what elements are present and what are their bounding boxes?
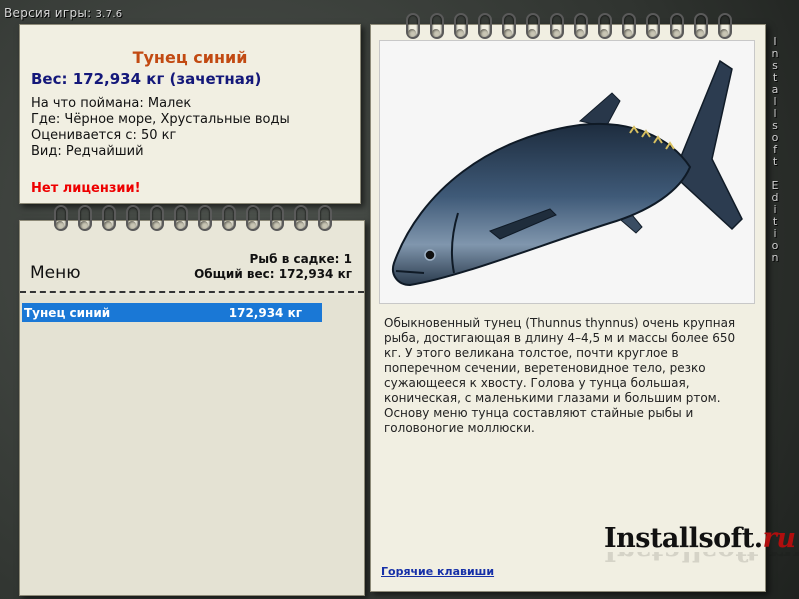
list-item[interactable]: Тунец синий 172,934 кг <box>22 303 322 322</box>
fish-info-card: Тунец синий Вес: 172,934 кг (зачетная) Н… <box>19 24 361 204</box>
total-weight: Общий вес: 172,934 кг <box>194 267 352 281</box>
ring-icon <box>245 205 260 231</box>
fish-weight: Вес: 172,934 кг (зачетная) <box>31 70 262 88</box>
ring-icon <box>125 205 140 231</box>
ring-icon <box>453 13 468 39</box>
ring-icon <box>717 13 732 39</box>
ring-icon <box>221 205 236 231</box>
detail-rarity: Вид: Редчайший <box>31 144 144 159</box>
ring-icon <box>53 205 68 231</box>
ring-icon <box>597 13 612 39</box>
menu-button[interactable]: Меню <box>30 263 81 283</box>
ring-icon <box>501 13 516 39</box>
ring-icon <box>429 13 444 39</box>
ring-icon <box>693 13 708 39</box>
ring-icon <box>573 13 588 39</box>
ring-icon <box>173 205 188 231</box>
perforation-line <box>20 291 364 297</box>
tuna-fish-image <box>392 59 743 287</box>
logo-main: Installsoft. <box>604 523 763 554</box>
ring-icon <box>549 13 564 39</box>
fish-encyclopedia-notebook: Обыкновенный тунец (Thunnus thynnus) оче… <box>370 13 799 592</box>
list-item-name: Тунец синий <box>24 305 111 320</box>
detail-bait: На что поймана: Малек <box>31 96 192 111</box>
detail-location: Где: Чёрное море, Хрустальные воды <box>31 112 290 127</box>
ring-icon <box>149 205 164 231</box>
version-label: Версия игры: 3.7.6 <box>4 6 122 20</box>
catch-list-notebook: Меню Рыб в садке: 1 Общий вес: 172,934 к… <box>19 205 365 596</box>
fish-title: Тунец синий <box>132 48 248 67</box>
keepnet-stats: Рыб в садке: 1 Общий вес: 172,934 кг <box>194 252 352 282</box>
installsoft-logo: Installsoft.ru <box>604 523 796 554</box>
fish-description: Обыкновенный тунец (Thunnus thynnus) оче… <box>384 316 736 435</box>
ring-icon <box>669 13 684 39</box>
ring-icon <box>621 13 636 39</box>
ring-icon <box>405 13 420 39</box>
list-item-weight: 172,934 кг <box>228 305 302 320</box>
ring-icon <box>197 205 212 231</box>
ring-icon <box>477 13 492 39</box>
fish-count: Рыб в садке: 1 <box>249 252 353 266</box>
version-text: Версия игры: <box>4 6 92 20</box>
logo-suffix: ru <box>762 523 796 554</box>
logo-reflection: Installsoft.ru <box>604 552 799 566</box>
ring-icon <box>77 205 92 231</box>
detail-min-weight: Оценивается с: 50 кг <box>31 128 177 143</box>
ring-icon <box>269 205 284 231</box>
fish-image-frame <box>379 40 755 304</box>
hotkeys-link[interactable]: Горячие клавиши <box>381 565 494 578</box>
spiral-binding <box>20 205 364 231</box>
ring-icon <box>101 205 116 231</box>
edition-text: Installsoft Edition <box>771 35 779 264</box>
version-number: 3.7.6 <box>95 9 123 20</box>
ring-icon <box>293 205 308 231</box>
ring-icon <box>525 13 540 39</box>
license-warning: Нет лицензии! <box>31 181 141 196</box>
spiral-binding <box>371 13 765 39</box>
edition-vertical-text: Installsoft Edition <box>770 36 780 264</box>
ring-icon <box>645 13 660 39</box>
list-sheet <box>20 295 364 595</box>
ring-icon <box>317 205 332 231</box>
fish-details: На что поймана: Малек Где: Чёрное море, … <box>31 96 360 160</box>
